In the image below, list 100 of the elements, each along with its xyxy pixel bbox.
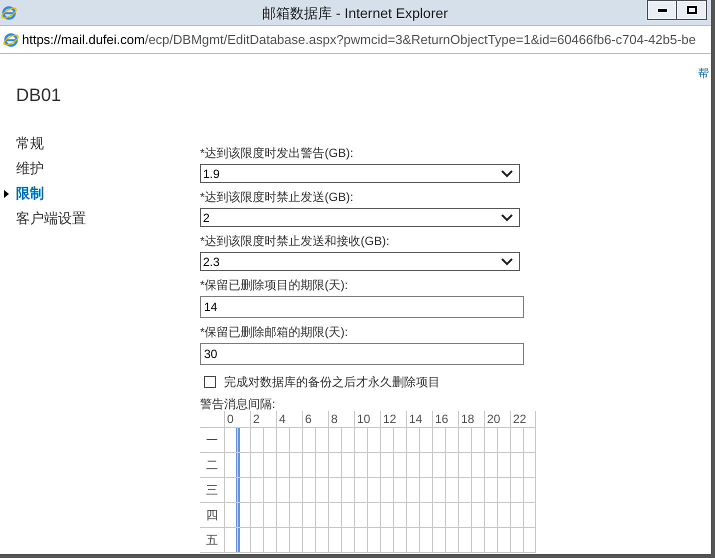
grid-cell[interactable]	[354, 503, 367, 528]
grid-cell[interactable]	[406, 528, 419, 553]
grid-cell[interactable]	[315, 503, 328, 528]
dropdown[interactable]: 2	[200, 208, 520, 227]
grid-cell[interactable]	[354, 478, 367, 503]
grid-cell[interactable]	[406, 453, 419, 478]
grid-cell[interactable]	[380, 503, 393, 528]
grid-cell[interactable]	[393, 503, 406, 528]
grid-cell[interactable]	[276, 478, 289, 503]
address-bar[interactable]: https://mail.dufei.com/ecp/DBMgmt/EditDatabase.aspx?pwmcid=3&ReturnObjectType=1&id=60466fb6-c704-42b5-be	[0, 25, 711, 54]
nav-item[interactable]: 维护	[16, 158, 44, 179]
grid-cell[interactable]	[276, 428, 289, 453]
grid-cell[interactable]	[510, 528, 523, 553]
grid-cell[interactable]	[250, 453, 263, 478]
grid-cell[interactable]	[237, 428, 250, 453]
grid-cell[interactable]	[354, 528, 367, 553]
grid-cell[interactable]	[367, 528, 380, 553]
grid-cell[interactable]	[328, 478, 341, 503]
grid-cell[interactable]	[445, 528, 458, 553]
grid-cell[interactable]	[237, 478, 250, 503]
input-field[interactable]: 30	[200, 343, 524, 365]
grid-cell[interactable]	[510, 503, 523, 528]
grid-cell[interactable]	[380, 478, 393, 503]
grid-cell[interactable]	[224, 478, 237, 503]
grid-cell[interactable]	[393, 453, 406, 478]
grid-cell[interactable]	[380, 428, 393, 453]
grid-cell[interactable]	[458, 478, 471, 503]
grid-cell[interactable]	[224, 428, 237, 453]
grid-cell[interactable]	[237, 453, 250, 478]
grid-cell[interactable]	[458, 453, 471, 478]
grid-cell[interactable]	[471, 453, 484, 478]
grid-cell[interactable]	[263, 528, 276, 553]
grid-cell[interactable]	[523, 453, 536, 478]
dropdown[interactable]: 1.9	[200, 164, 520, 183]
grid-cell[interactable]	[419, 478, 432, 503]
grid-cell[interactable]	[432, 453, 445, 478]
grid-cell[interactable]	[315, 478, 328, 503]
grid-cell[interactable]	[406, 428, 419, 453]
grid-cell[interactable]	[315, 528, 328, 553]
nav-item[interactable]: 客户端设置	[16, 208, 86, 229]
grid-cell[interactable]	[523, 428, 536, 453]
grid-cell[interactable]	[484, 528, 497, 553]
grid-cell[interactable]	[484, 478, 497, 503]
grid-cell[interactable]	[523, 503, 536, 528]
grid-cell[interactable]	[302, 478, 315, 503]
grid-cell[interactable]	[432, 428, 445, 453]
grid-cell[interactable]	[380, 528, 393, 553]
grid-cell[interactable]	[445, 478, 458, 503]
grid-cell[interactable]	[393, 428, 406, 453]
grid-cell[interactable]	[497, 453, 510, 478]
grid-cell[interactable]	[497, 503, 510, 528]
grid-cell[interactable]	[484, 453, 497, 478]
grid-cell[interactable]	[367, 453, 380, 478]
grid-cell[interactable]	[341, 503, 354, 528]
grid-cell[interactable]	[237, 503, 250, 528]
grid-cell[interactable]	[263, 453, 276, 478]
grid-cell[interactable]	[471, 503, 484, 528]
grid-cell[interactable]	[328, 528, 341, 553]
grid-cell[interactable]	[458, 528, 471, 553]
grid-cell[interactable]	[289, 528, 302, 553]
grid-cell[interactable]	[497, 478, 510, 503]
help-link[interactable]: 帮	[698, 66, 709, 82]
grid-cell[interactable]	[367, 478, 380, 503]
grid-cell[interactable]	[484, 503, 497, 528]
grid-cell[interactable]	[445, 453, 458, 478]
grid-cell[interactable]	[276, 453, 289, 478]
grid-cell[interactable]	[523, 528, 536, 553]
grid-cell[interactable]	[510, 478, 523, 503]
grid-cell[interactable]	[432, 478, 445, 503]
grid-cell[interactable]	[393, 528, 406, 553]
grid-cell[interactable]	[250, 428, 263, 453]
schedule-grid[interactable]: 0 2 4 6 8 10 12 14 16 18 20 22 一 二 三 四 五	[200, 411, 540, 553]
grid-cell[interactable]	[302, 503, 315, 528]
grid-cell[interactable]	[315, 428, 328, 453]
grid-cell[interactable]	[328, 503, 341, 528]
grid-cell[interactable]	[250, 528, 263, 553]
grid-cell[interactable]	[419, 528, 432, 553]
grid-cell[interactable]	[406, 478, 419, 503]
grid-cell[interactable]	[445, 428, 458, 453]
grid-cell[interactable]	[380, 453, 393, 478]
grid-cell[interactable]	[302, 428, 315, 453]
nav-item[interactable]: 限制	[16, 183, 44, 204]
grid-cell[interactable]	[289, 503, 302, 528]
grid-cell[interactable]	[250, 503, 263, 528]
grid-cell[interactable]	[328, 453, 341, 478]
maximize-button[interactable]	[677, 0, 707, 20]
grid-cell[interactable]	[497, 428, 510, 453]
grid-cell[interactable]	[341, 428, 354, 453]
grid-cell[interactable]	[471, 428, 484, 453]
grid-cell[interactable]	[276, 503, 289, 528]
grid-cell[interactable]	[419, 453, 432, 478]
grid-cell[interactable]	[471, 478, 484, 503]
grid-cell[interactable]	[289, 453, 302, 478]
grid-cell[interactable]	[354, 453, 367, 478]
grid-cell[interactable]	[341, 478, 354, 503]
grid-cell[interactable]	[224, 528, 237, 553]
grid-cell[interactable]	[419, 428, 432, 453]
grid-cell[interactable]	[523, 478, 536, 503]
grid-cell[interactable]	[341, 528, 354, 553]
grid-cell[interactable]	[250, 478, 263, 503]
